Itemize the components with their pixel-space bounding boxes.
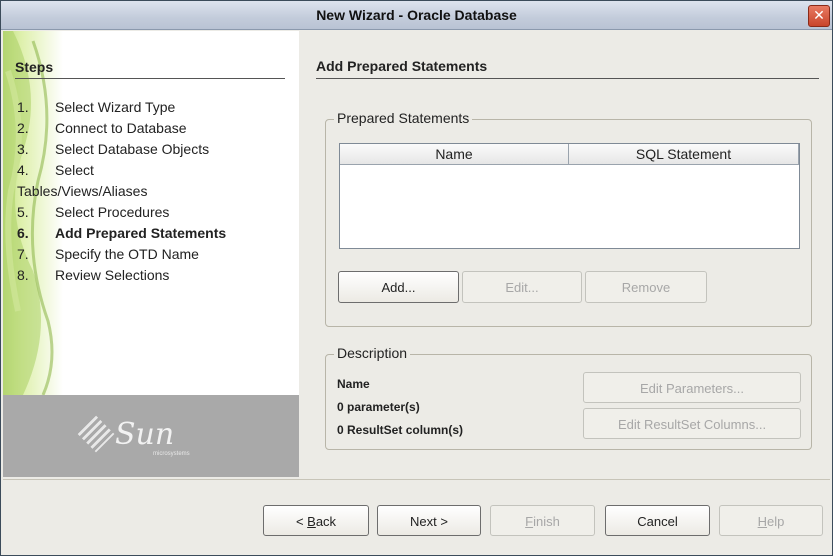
prepared-statements-legend: Prepared Statements [334, 110, 473, 126]
edit-button[interactable]: Edit... [462, 271, 582, 303]
back-button[interactable]: < Back [263, 505, 369, 536]
description-resultset: 0 ResultSet column(s) [337, 423, 464, 437]
step-item-continued: Tables/Views/Aliases [17, 183, 148, 199]
footer-divider [3, 479, 830, 480]
step-item: 2. Connect to Database [17, 120, 187, 136]
sun-logo-area: Sun microsystems [3, 395, 299, 477]
sun-logo-icon [77, 415, 115, 453]
wizard-window: New Wizard - Oracle Database ✕ Steps 1. S… [0, 0, 833, 556]
step-item: 3. Select Database Objects [17, 141, 210, 157]
steps-panel: Steps 1. Select Wizard Type 2. Connect to … [3, 31, 299, 477]
steps-heading: Steps [15, 59, 285, 79]
description-name: Name [337, 377, 370, 391]
step-item: 7. Specify the OTD Name [17, 246, 199, 262]
sun-logo-text: Sun [115, 417, 175, 452]
edit-parameters-button[interactable]: Edit Parameters... [583, 372, 801, 403]
help-button[interactable]: Help [719, 505, 823, 536]
prepared-statements-table[interactable]: Name SQL Statement [339, 143, 800, 249]
next-button[interactable]: Next > [377, 505, 481, 536]
add-button[interactable]: Add... [338, 271, 459, 303]
step-item-current: 6. Add Prepared Statements [17, 225, 227, 241]
remove-button[interactable]: Remove [585, 271, 707, 303]
step-item: 1. Select Wizard Type [17, 99, 176, 115]
description-parameters: 0 parameter(s) [337, 400, 420, 414]
sun-logo-subtext: microsystems [153, 451, 190, 457]
close-icon[interactable]: ✕ [808, 5, 830, 27]
description-legend: Description [334, 345, 411, 361]
page-title: Add Prepared Statements [316, 58, 819, 79]
step-item: 8. Review Selections [17, 267, 170, 283]
finish-button[interactable]: Finish [490, 505, 595, 536]
title-bar[interactable]: New Wizard - Oracle Database ✕ [1, 1, 832, 30]
column-header-name[interactable]: Name [340, 144, 569, 165]
step-item: 4. Select [17, 162, 94, 178]
step-item: 5. Select Procedures [17, 204, 170, 220]
column-header-sql[interactable]: SQL Statement [569, 144, 799, 165]
cancel-button[interactable]: Cancel [605, 505, 710, 536]
edit-resultset-columns-button[interactable]: Edit ResultSet Columns... [583, 408, 801, 439]
window-title: New Wizard - Oracle Database [316, 7, 517, 23]
